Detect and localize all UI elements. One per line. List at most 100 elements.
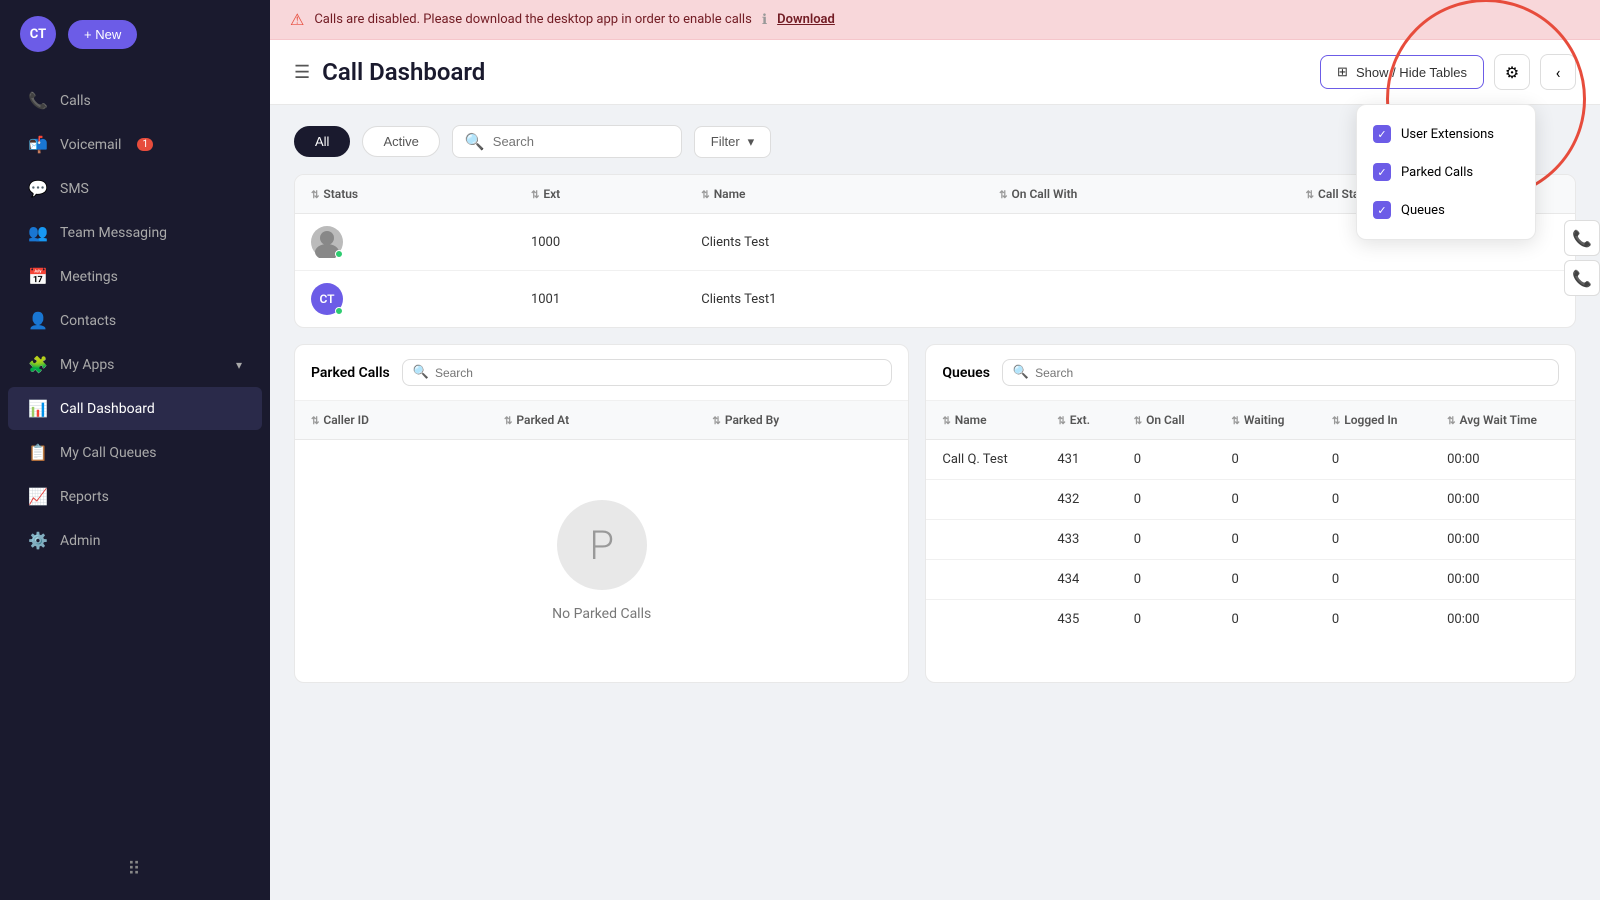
queue-avg-wait-cell: 00:00 — [1431, 440, 1575, 480]
sidebar-item-calls[interactable]: 📞 Calls — [8, 79, 262, 122]
queues-search-input[interactable] — [1035, 366, 1548, 380]
sidebar-item-team-messaging[interactable]: 👥 Team Messaging — [8, 211, 262, 254]
tab-all[interactable]: All — [294, 126, 350, 157]
queue-waiting-cell: 0 — [1216, 440, 1316, 480]
sidebar-logo: CT — [20, 16, 56, 52]
col-parked-at: ⇅Parked At — [488, 401, 696, 440]
queues-header: Queues 🔍 — [926, 345, 1575, 401]
queue-logged-in-cell: 0 — [1316, 440, 1431, 480]
call-status-cell — [1290, 271, 1575, 328]
col-avg-wait: ⇅Avg Wait Time — [1431, 401, 1575, 440]
show-hide-tables-button[interactable]: ⊞ Show / Hide Tables — [1320, 55, 1484, 89]
apps-grid-icon[interactable]: ⠿ — [127, 859, 142, 880]
queue-name-cell — [926, 560, 1041, 600]
phone-icon-column: 📞 📞 — [1564, 220, 1600, 296]
contacts-icon: 👤 — [28, 311, 48, 330]
queue-avg-wait-cell: 00:00 — [1431, 560, 1575, 600]
hamburger-icon[interactable]: ☰ — [294, 62, 310, 83]
ext-cell: 1000 — [515, 214, 685, 271]
sidebar-item-label: My Apps — [60, 357, 114, 373]
checkbox-user-extensions: ✓ — [1373, 125, 1391, 143]
sidebar-item-sms[interactable]: 💬 SMS — [8, 167, 262, 210]
settings-icon-button[interactable]: ⚙ — [1494, 54, 1530, 90]
queues-search[interactable]: 🔍 — [1002, 359, 1559, 386]
dropdown-label-user-extensions: User Extensions — [1401, 127, 1494, 142]
split-section: Parked Calls 🔍 ⇅Caller ID ⇅Parked At ⇅Pa… — [294, 344, 1576, 683]
status-dot-online — [335, 307, 343, 315]
queue-waiting-cell: 0 — [1216, 560, 1316, 600]
queue-ext-cell: 433 — [1041, 520, 1117, 560]
queue-ext-cell: 435 — [1041, 600, 1117, 640]
queue-logged-in-cell: 0 — [1316, 480, 1431, 520]
sidebar-item-my-call-queues[interactable]: 📋 My Call Queues — [8, 431, 262, 474]
voicemail-icon: 📬 — [28, 135, 48, 154]
sidebar-item-my-apps[interactable]: 🧩 My Apps ▾ — [8, 343, 262, 386]
sidebar: CT + New 📞 Calls 📬 Voicemail 1 💬 SMS 👥 T… — [0, 0, 270, 900]
collapse-button[interactable]: ‹ — [1540, 54, 1576, 90]
table-row: 433 0 0 0 00:00 — [926, 520, 1575, 560]
settings-icon: ⚙ — [1505, 63, 1519, 82]
no-parked-text: No Parked Calls — [552, 606, 651, 622]
queue-avg-wait-cell: 00:00 — [1431, 600, 1575, 640]
sidebar-item-call-dashboard[interactable]: 📊 Call Dashboard — [8, 387, 262, 430]
my-call-queues-icon: 📋 — [28, 443, 48, 462]
sidebar-header: CT + New — [0, 0, 270, 68]
queue-ext-cell: 431 — [1041, 440, 1117, 480]
sidebar-item-label: Meetings — [60, 269, 118, 285]
queues-section: Queues 🔍 ⇅Name ⇅Ext. ⇅On Call ⇅Waiting ⇅ — [925, 344, 1576, 683]
sidebar-item-meetings[interactable]: 📅 Meetings — [8, 255, 262, 298]
queue-logged-in-cell: 0 — [1316, 560, 1431, 600]
search-icon: 🔍 — [465, 132, 485, 151]
dropdown-label-queues: Queues — [1401, 203, 1445, 218]
dropdown-item-parked-calls[interactable]: ✓ Parked Calls — [1357, 153, 1535, 191]
calls-icon: 📞 — [28, 91, 48, 110]
sidebar-item-voicemail[interactable]: 📬 Voicemail 1 — [8, 123, 262, 166]
main-search-input[interactable] — [493, 134, 669, 149]
sidebar-item-label: Contacts — [60, 313, 116, 329]
new-button[interactable]: + New — [68, 20, 137, 49]
show-hide-dropdown: ✓ User Extensions ✓ Parked Calls ✓ Queue… — [1356, 104, 1536, 240]
meetings-icon: 📅 — [28, 267, 48, 286]
sidebar-item-label: Team Messaging — [60, 225, 167, 241]
voicemail-badge: 1 — [137, 138, 153, 151]
dropdown-label-parked-calls: Parked Calls — [1401, 165, 1473, 180]
main-search-box[interactable]: 🔍 — [452, 125, 682, 158]
name-cell: Clients Test — [685, 214, 983, 271]
queue-on-call-cell: 0 — [1118, 560, 1216, 600]
sidebar-item-reports[interactable]: 📈 Reports — [8, 475, 262, 518]
avatar — [311, 226, 343, 258]
on-call-with-cell — [983, 214, 1290, 271]
table-row: 434 0 0 0 00:00 — [926, 560, 1575, 600]
col-ext: ⇅Ext — [515, 175, 685, 214]
queue-ext-cell: 432 — [1041, 480, 1117, 520]
page-title: Call Dashboard — [322, 58, 485, 86]
tab-active[interactable]: Active — [362, 126, 439, 157]
sidebar-item-admin[interactable]: ⚙️ Admin — [8, 519, 262, 562]
download-link[interactable]: Download — [777, 12, 835, 27]
dropdown-item-queues[interactable]: ✓ Queues — [1357, 191, 1535, 229]
queue-on-call-cell: 0 — [1118, 440, 1216, 480]
sidebar-footer: ⠿ — [0, 839, 270, 900]
table-row: Call Q. Test 431 0 0 0 00:00 — [926, 440, 1575, 480]
queues-title: Queues — [942, 365, 990, 381]
team-messaging-icon: 👥 — [28, 223, 48, 242]
chevron-down-icon: ▾ — [236, 358, 242, 372]
checkbox-parked-calls: ✓ — [1373, 163, 1391, 181]
col-on-call: ⇅On Call — [1118, 401, 1216, 440]
col-waiting: ⇅Waiting — [1216, 401, 1316, 440]
phone-button-2[interactable]: 📞 — [1564, 260, 1600, 296]
my-apps-icon: 🧩 — [28, 355, 48, 374]
queue-waiting-cell: 0 — [1216, 480, 1316, 520]
col-name: ⇅Name — [685, 175, 983, 214]
page-header-left: ☰ Call Dashboard — [294, 58, 485, 86]
no-parked-calls: P No Parked Calls — [295, 440, 908, 682]
queue-ext-cell: 434 — [1041, 560, 1117, 600]
parked-calls-search[interactable]: 🔍 — [402, 359, 893, 386]
status-dot-online — [335, 250, 343, 258]
phone-button-1[interactable]: 📞 — [1564, 220, 1600, 256]
sidebar-item-contacts[interactable]: 👤 Contacts — [8, 299, 262, 342]
queue-avg-wait-cell: 00:00 — [1431, 480, 1575, 520]
filter-button[interactable]: Filter ▾ — [694, 126, 771, 158]
dropdown-item-user-extensions[interactable]: ✓ User Extensions — [1357, 115, 1535, 153]
parked-calls-search-input[interactable] — [435, 366, 881, 380]
